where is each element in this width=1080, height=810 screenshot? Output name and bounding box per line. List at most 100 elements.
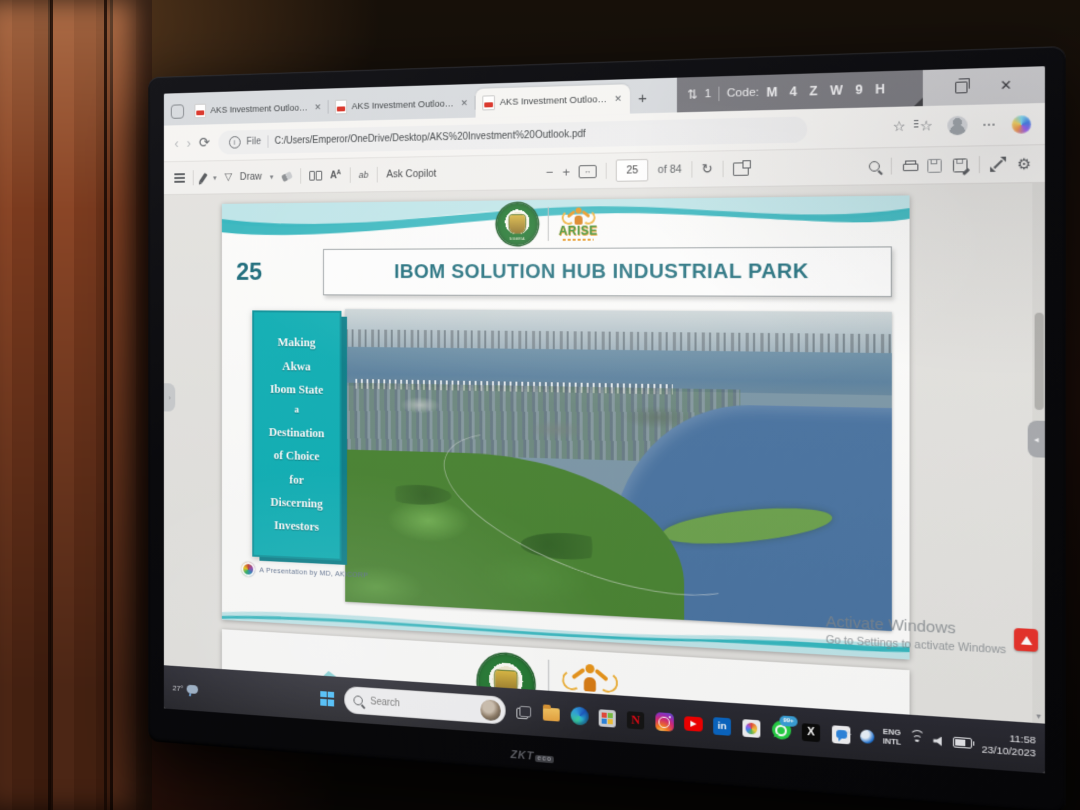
weather-cloud-icon [187, 684, 198, 693]
search-input[interactable] [368, 695, 474, 715]
file-explorer-button[interactable] [542, 704, 561, 724]
search-daily-image[interactable] [480, 699, 500, 721]
page-controls: − + ↔ 25 of 84 ↻ [546, 157, 748, 183]
divider [300, 168, 301, 183]
side-panel-line: Ibom State [270, 377, 323, 401]
table-of-contents-icon[interactable] [174, 173, 185, 183]
workspaces-icon[interactable] [171, 104, 184, 119]
windows-logo-icon [320, 691, 334, 706]
ask-copilot-button[interactable]: Ask Copilot [386, 168, 436, 181]
back-icon[interactable]: ‹ [174, 136, 178, 150]
language-switcher[interactable]: ENG INTL [883, 728, 901, 748]
akwa-ibom-seal: NIGERIA [497, 203, 538, 245]
forward-icon[interactable]: › [187, 136, 191, 150]
draw-chevron-icon[interactable]: ▾ [270, 172, 274, 181]
favorites-bar-icon[interactable]: ☆ [920, 118, 933, 135]
read-aloud-icon[interactable]: AA [330, 169, 341, 181]
favorite-star-icon[interactable]: ☆ [893, 118, 906, 135]
photos-button[interactable] [741, 717, 761, 738]
pdf-file-icon [195, 104, 206, 119]
updown-icon: ⇅ [687, 87, 697, 102]
start-button[interactable] [318, 689, 335, 709]
save-as-icon[interactable] [953, 158, 968, 172]
x-button[interactable]: X [801, 722, 821, 743]
divider [606, 163, 607, 179]
room-photo: AKS Investment Outlook.pdf ✕ AKS Investm… [0, 0, 1080, 810]
print-icon[interactable] [903, 160, 916, 171]
side-panel-line: of Choice [274, 444, 320, 469]
page-view-icon[interactable] [733, 162, 749, 176]
page-count-label: of 84 [658, 163, 682, 176]
more-menu-icon[interactable]: ⋯ [982, 117, 997, 132]
highlight-chevron-icon[interactable]: ▾ [213, 173, 217, 182]
x-icon: X [802, 723, 820, 742]
new-tab-button[interactable]: + [638, 90, 647, 108]
code-value: M 4 Z W 9 H [766, 82, 889, 100]
side-panel-handle-left[interactable]: › [164, 383, 175, 411]
instagram-button[interactable] [654, 712, 673, 733]
tab-3-active[interactable]: AKS Investment Outlook.pdf ✕ [476, 84, 630, 117]
save-icon[interactable] [928, 158, 942, 172]
draw-label[interactable]: Draw [240, 171, 262, 183]
wifi-icon[interactable] [910, 734, 924, 746]
tab-close-icon[interactable]: ✕ [613, 93, 623, 106]
divider [349, 167, 350, 183]
task-view-button[interactable] [514, 702, 533, 722]
wood-groove [50, 0, 53, 810]
profile-avatar[interactable] [947, 116, 967, 136]
code-label: Code: [727, 86, 759, 99]
fit-width-icon[interactable]: ↔ [579, 164, 597, 177]
task-view-icon [516, 705, 531, 719]
tab-close-icon[interactable]: ✕ [460, 97, 469, 110]
close-window-icon[interactable]: ✕ [1000, 77, 1012, 95]
clock[interactable]: 11:58 23/10/2023 [982, 731, 1036, 761]
refresh-icon[interactable]: ⟳ [199, 135, 210, 149]
battery-icon[interactable] [953, 737, 972, 749]
linkedin-button[interactable]: in [712, 715, 732, 736]
tab-1[interactable]: AKS Investment Outlook.pdf ✕ [188, 93, 328, 125]
store-icon [599, 709, 616, 727]
zoom-out-icon[interactable]: − [546, 164, 554, 179]
scroll-down-icon[interactable]: ▼ [1032, 713, 1045, 721]
zoom-in-icon[interactable]: + [562, 164, 570, 179]
taskbar-search[interactable] [344, 686, 505, 725]
draw-nib-icon[interactable]: ▽ [225, 171, 232, 183]
pdf-actions: ⚙ [869, 155, 1031, 176]
screen: AKS Investment Outlook.pdf ✕ AKS Investm… [164, 66, 1045, 773]
page-number-input[interactable]: 25 [616, 159, 648, 182]
translate-icon[interactable]: ab [359, 169, 369, 180]
restore-window-icon[interactable] [955, 81, 967, 93]
side-panel-handle-right[interactable]: ◂ [1028, 421, 1045, 458]
notification-badge: 99+ [779, 715, 797, 727]
scrollbar-thumb[interactable] [1034, 313, 1043, 410]
rotate-icon[interactable]: ↻ [701, 161, 712, 178]
search-document-icon[interactable] [869, 161, 880, 172]
whatsapp-button[interactable]: 99+ [771, 719, 791, 740]
weather-widget[interactable]: 27° [173, 683, 199, 693]
tab-close-icon[interactable]: ✕ [313, 101, 322, 114]
fullscreen-icon[interactable] [992, 158, 1006, 171]
side-panel-line: Destination [269, 420, 325, 445]
page-info-icon[interactable]: i [229, 136, 241, 149]
settings-gear-icon[interactable]: ⚙ [1017, 155, 1031, 174]
youtube-button[interactable] [683, 713, 703, 734]
expand-icon: › [168, 393, 170, 402]
speaker-icon[interactable] [933, 736, 944, 746]
edge-button[interactable] [570, 706, 589, 726]
tray-chevron-icon[interactable]: ^ [847, 729, 852, 740]
copilot-icon[interactable] [1012, 115, 1031, 134]
two-page-view-icon[interactable] [309, 171, 322, 181]
browser-actions: ☆ ☆ ⋯ [893, 114, 1032, 136]
tab-2[interactable]: AKS Investment Outlook.pdf ✕ [329, 89, 476, 121]
netflix-button[interactable]: N [626, 710, 645, 731]
wood-panel-wall [0, 0, 152, 810]
adobe-acrobat-icon[interactable] [1014, 628, 1038, 652]
onedrive-icon[interactable] [860, 729, 874, 744]
highlight-icon[interactable] [199, 172, 207, 183]
slide-title-box: IBOM SOLUTION HUB INDUSTRIAL PARK [323, 246, 892, 297]
linkedin-icon: in [713, 717, 731, 736]
eraser-icon[interactable] [281, 171, 293, 182]
tv-monitor: AKS Investment Outlook.pdf ✕ AKS Investm… [148, 46, 1065, 810]
microsoft-store-button[interactable] [598, 708, 617, 729]
system-tray: ^ ENG INTL 11:58 23/10/2023 [847, 722, 1036, 762]
